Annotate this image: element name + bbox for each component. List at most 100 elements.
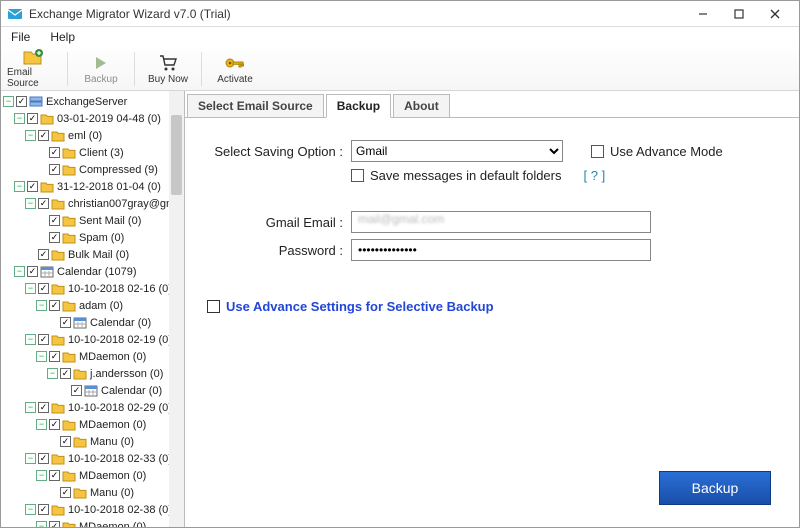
backup-button-toolbar[interactable]: Backup [74,49,128,89]
folder-icon [62,164,79,176]
menu-file[interactable]: File [7,30,34,44]
advance-settings-checkbox[interactable] [207,300,220,313]
maximize-button[interactable] [721,1,757,27]
tree-row[interactable]: eml (0) [3,127,182,144]
tree-checkbox[interactable] [38,283,49,294]
tree-row[interactable]: 10-10-2018 02-16 (0) [3,280,182,297]
tree-row[interactable]: Calendar (0) [3,314,182,331]
tab-select-email-source[interactable]: Select Email Source [187,94,324,118]
backup-button[interactable]: Backup [659,471,771,505]
tree-row[interactable]: 31-12-2018 01-04 (0) [3,178,182,195]
tree-checkbox[interactable] [60,487,71,498]
tree-row[interactable]: adam (0) [3,297,182,314]
menu-help[interactable]: Help [46,30,79,44]
twisty-icon[interactable] [47,368,58,379]
tree-scrollbar[interactable] [169,91,184,527]
tree-row[interactable]: Sent Mail (0) [3,212,182,229]
twisty-icon[interactable] [25,198,36,209]
tree-row[interactable]: Calendar (1079) [3,263,182,280]
gmail-email-field[interactable]: mail@gmal.com [351,211,651,233]
folder-icon [51,402,68,414]
tree-row[interactable]: Calendar (0) [3,382,182,399]
tree-row[interactable]: Manu (0) [3,433,182,450]
tree-row[interactable]: 03-01-2019 04-48 (0) [3,110,182,127]
twisty-icon[interactable] [25,453,36,464]
tree-checkbox[interactable] [49,521,60,527]
tree-checkbox[interactable] [38,198,49,209]
twisty-icon[interactable] [14,266,25,277]
tree-checkbox[interactable] [38,504,49,515]
twisty-blank [25,249,36,260]
tree-row[interactable]: 10-10-2018 02-33 (0) [3,450,182,467]
tree-checkbox[interactable] [49,215,60,226]
tree-checkbox[interactable] [27,181,38,192]
tree-checkbox[interactable] [27,266,38,277]
tree-checkbox[interactable] [38,130,49,141]
tree-row[interactable]: MDaemon (0) [3,416,182,433]
activate-button[interactable]: Activate [208,49,262,89]
twisty-icon[interactable] [14,181,25,192]
twisty-icon[interactable] [25,504,36,515]
minimize-button[interactable] [685,1,721,27]
tree-checkbox[interactable] [71,385,82,396]
tree-checkbox[interactable] [16,96,27,107]
tree-checkbox[interactable] [38,402,49,413]
tree-label: ExchangeServer [46,94,127,110]
tree-checkbox[interactable] [38,453,49,464]
tree-row[interactable]: Compressed (9) [3,161,182,178]
tree-checkbox[interactable] [60,436,71,447]
tree-row[interactable]: Manu (0) [3,484,182,501]
tree-row[interactable]: ExchangeServer [3,93,182,110]
tree-checkbox[interactable] [49,300,60,311]
twisty-icon[interactable] [36,521,47,527]
tree-checkbox[interactable] [49,232,60,243]
tree-label: 10-10-2018 02-29 (0) [68,400,172,416]
twisty-icon[interactable] [36,300,47,311]
tree-row[interactable]: Spam (0) [3,229,182,246]
tab-backup[interactable]: Backup [326,94,391,118]
tree-checkbox[interactable] [49,147,60,158]
tree-checkbox[interactable] [60,317,71,328]
tree-checkbox[interactable] [60,368,71,379]
tree-row[interactable]: j.andersson (0) [3,365,182,382]
help-link[interactable]: [ ? ] [584,168,606,183]
tree-checkbox[interactable] [49,351,60,362]
twisty-icon[interactable] [36,419,47,430]
twisty-icon[interactable] [25,402,36,413]
tree-row[interactable]: MDaemon (0) [3,518,182,527]
email-source-button[interactable]: Email Source [7,49,61,89]
tree-checkbox[interactable] [49,470,60,481]
tree-row[interactable]: Bulk Mail (0) [3,246,182,263]
twisty-icon[interactable] [25,130,36,141]
close-button[interactable] [757,1,793,27]
tree-label: Calendar (0) [90,315,151,331]
save-default-checkbox[interactable] [351,169,364,182]
password-field[interactable] [351,239,651,261]
tree-row[interactable]: MDaemon (0) [3,467,182,484]
tree-checkbox[interactable] [38,334,49,345]
tree-row[interactable]: 10-10-2018 02-29 (0) [3,399,182,416]
twisty-icon[interactable] [14,113,25,124]
twisty-icon[interactable] [3,96,14,107]
tree-label: 03-01-2019 04-48 (0) [57,111,161,127]
scrollbar-thumb[interactable] [171,115,182,195]
folder-icon [40,181,57,193]
tree-row[interactable]: 10-10-2018 02-19 (0) [3,331,182,348]
tree-checkbox[interactable] [38,249,49,260]
twisty-icon[interactable] [36,470,47,481]
use-advance-mode-checkbox[interactable] [591,145,604,158]
tree-row[interactable]: 10-10-2018 02-38 (0) [3,501,182,518]
tree-row[interactable]: christian007gray@gm [3,195,182,212]
tab-about[interactable]: About [393,94,450,118]
tree-checkbox[interactable] [49,419,60,430]
tree-row[interactable]: MDaemon (0) [3,348,182,365]
buy-now-button[interactable]: Buy Now [141,49,195,89]
twisty-icon[interactable] [36,351,47,362]
tree-label: Manu (0) [90,485,134,501]
twisty-icon[interactable] [25,334,36,345]
saving-option-select[interactable]: Gmail [351,140,563,162]
tree-row[interactable]: Client (3) [3,144,182,161]
tree-checkbox[interactable] [27,113,38,124]
tree-checkbox[interactable] [49,164,60,175]
twisty-icon[interactable] [25,283,36,294]
